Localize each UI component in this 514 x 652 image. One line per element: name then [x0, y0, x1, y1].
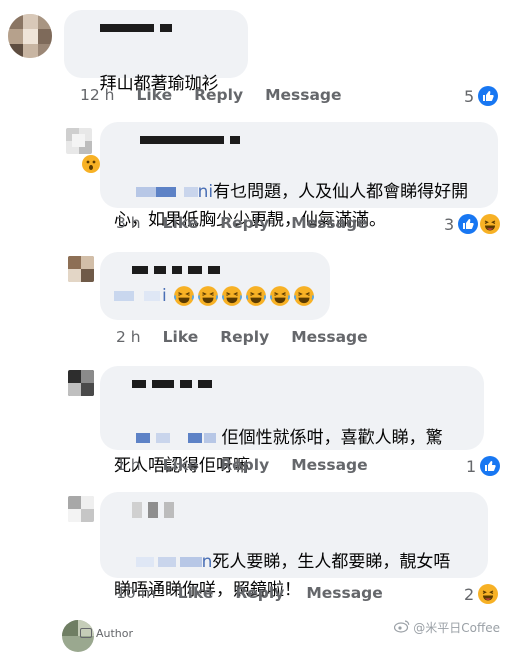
author-label: Author	[80, 627, 133, 640]
commenter-name[interactable]	[140, 132, 484, 148]
comment-bubble: 佢個性就係咁，喜歡人睇，驚 死人唔認得佢呀嘛	[100, 366, 484, 476]
reply-button[interactable]: Reply	[220, 456, 269, 474]
reaction-count: 2	[464, 584, 475, 604]
commenter-name[interactable]	[100, 20, 234, 36]
haha-icon	[478, 584, 499, 604]
blurred-mention	[183, 187, 198, 197]
blurred-mention	[155, 187, 176, 197]
reply-button[interactable]: Reply	[194, 86, 243, 104]
comment-text: ni有乜問題，人及仙人都會睇得好開 心，如果低胸少少更靚，仙氣滿滿。	[114, 182, 469, 230]
like-button[interactable]: Like	[136, 86, 172, 104]
author-icon	[80, 628, 92, 638]
blurred-mention	[135, 433, 150, 443]
blurred-mention	[135, 187, 156, 197]
avatar[interactable]	[68, 256, 94, 282]
comment-time[interactable]: 2 h	[116, 328, 141, 346]
reaction-summary[interactable]: 1	[466, 456, 501, 476]
comment-actions: 1 h Like Reply Message	[116, 456, 368, 474]
weibo-icon	[394, 619, 410, 636]
message-button[interactable]: Message	[306, 584, 382, 602]
watermark: @米平日Coffee	[394, 619, 500, 636]
blurred-mention	[203, 433, 216, 443]
avatar[interactable]	[68, 496, 94, 522]
message-button[interactable]: Message	[265, 86, 341, 104]
reply-button[interactable]: Reply	[235, 584, 284, 602]
blurred-mention	[144, 291, 160, 301]
blurred-mention	[187, 433, 202, 443]
like-button[interactable]: Like	[178, 584, 214, 602]
reaction-summary[interactable]: 5	[464, 86, 499, 106]
message-button[interactable]: Message	[291, 328, 367, 346]
laughing-emoji	[221, 285, 243, 307]
comment-actions: 10 m Like Reply Message	[116, 584, 383, 602]
comment-time[interactable]: 12 h	[80, 86, 114, 104]
laughing-emoji	[293, 285, 315, 307]
commenter-name[interactable]	[132, 376, 470, 392]
commenter-name[interactable]	[132, 262, 316, 278]
comment-time[interactable]: 10 m	[116, 584, 156, 602]
reaction-summary[interactable]: 3	[444, 214, 501, 234]
avatar[interactable]	[66, 128, 92, 154]
comment-bubble: i	[100, 252, 330, 320]
reaction-summary[interactable]: 2	[464, 584, 499, 604]
blurred-mention	[114, 291, 134, 301]
commenter-name[interactable]	[132, 502, 474, 518]
comment-bubble: ni有乜問題，人及仙人都會睇得好開 心，如果低胸少少更靚，仙氣滿滿。	[100, 122, 498, 230]
like-icon	[480, 456, 501, 476]
avatar[interactable]	[8, 14, 52, 58]
comment-bubble: 拜山都著瑜珈衫	[64, 10, 248, 173]
comment-actions: 3 h Like Reply Message	[116, 214, 368, 232]
blurred-mention	[155, 433, 170, 443]
laughing-emoji	[197, 285, 219, 307]
comment-text: n死人要睇，生人都要睇，靚女唔 睇唔通睇你咩，照鏡啦！	[114, 552, 451, 600]
like-button[interactable]: Like	[163, 214, 199, 232]
avatar[interactable]	[68, 370, 94, 396]
like-icon	[458, 214, 479, 234]
laughing-emoji	[269, 285, 291, 307]
reply-button[interactable]: Reply	[220, 214, 269, 232]
comment-bubble: n死人要睇，生人都要睇，靚女唔 睇唔通睇你咩，照鏡啦！	[100, 492, 488, 600]
reply-button[interactable]: Reply	[220, 328, 269, 346]
blurred-mention	[157, 557, 176, 567]
like-button[interactable]: Like	[163, 456, 199, 474]
like-icon	[478, 86, 499, 106]
reaction-count: 1	[466, 456, 477, 476]
comment-text: i	[114, 282, 316, 310]
comment-time[interactable]: 1 h	[116, 456, 141, 474]
comment-actions: 12 h Like Reply Message	[80, 86, 342, 104]
emoji-row	[173, 285, 315, 307]
message-button[interactable]: Message	[291, 456, 367, 474]
comment-actions: 2 h Like Reply Message	[116, 328, 368, 346]
message-button[interactable]: Message	[291, 214, 367, 232]
blurred-mention	[135, 557, 154, 567]
comment-time[interactable]: 3 h	[116, 214, 141, 232]
blurred-mention	[179, 557, 202, 567]
laughing-emoji	[173, 285, 195, 307]
reaction-count: 3	[444, 214, 455, 234]
reaction-count: 5	[464, 86, 475, 106]
haha-icon	[480, 214, 501, 234]
laughing-emoji	[245, 285, 267, 307]
like-button[interactable]: Like	[163, 328, 199, 346]
